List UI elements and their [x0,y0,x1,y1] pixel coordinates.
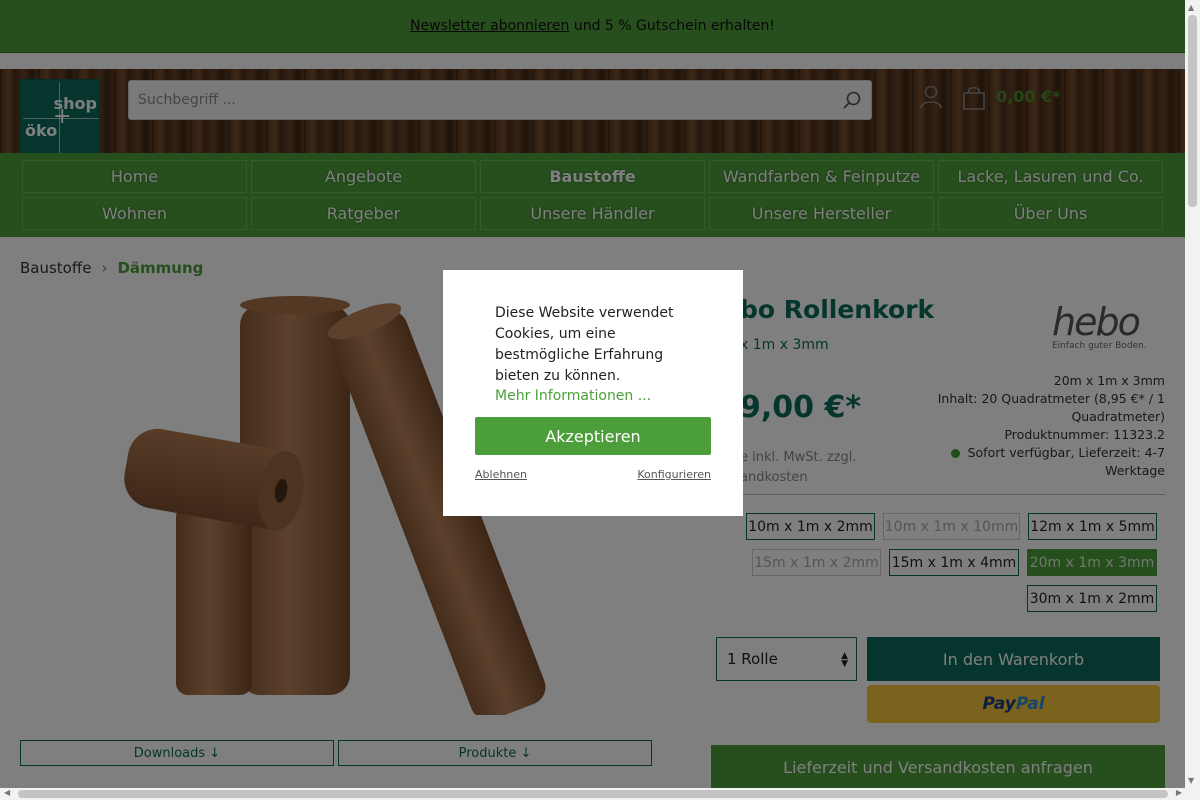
vertical-scrollbar[interactable]: ▲ ▼ [1185,0,1200,788]
vertical-scroll-thumb[interactable] [1188,15,1197,207]
cookie-text: Diese Website verwendet Cookies, um eine… [495,305,674,384]
scroll-right-icon[interactable]: ▶ [1176,788,1182,797]
scroll-down-icon[interactable]: ▼ [1188,776,1194,785]
scroll-left-icon[interactable]: ◀ [4,788,10,797]
cookie-more-info-link[interactable]: Mehr Informationen ... [495,388,651,404]
scroll-up-icon[interactable]: ▲ [1188,3,1194,12]
cookie-modal: Diese Website verwendet Cookies, um eine… [443,270,743,516]
cookie-configure-link[interactable]: Konfigurieren [637,468,711,481]
horizontal-scroll-thumb[interactable] [18,790,1168,798]
cookie-accept-button[interactable]: Akzeptieren [475,417,711,455]
cookie-decline-link[interactable]: Ablehnen [475,468,527,481]
horizontal-scrollbar[interactable]: ◀ ▶ [0,788,1200,800]
